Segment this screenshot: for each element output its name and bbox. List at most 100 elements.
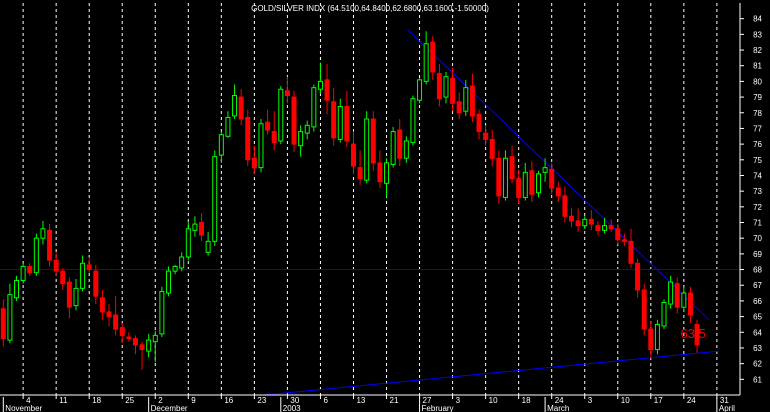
y-tick-label: 70 — [753, 234, 762, 243]
candlestick — [621, 233, 627, 247]
candle-body — [648, 328, 654, 351]
candlestick — [0, 299, 6, 347]
y-tick-label: 69 — [753, 250, 762, 259]
x-tick-label: 18 — [522, 396, 531, 405]
candlestick — [251, 145, 257, 174]
candlestick — [483, 125, 489, 146]
candlestick — [436, 64, 442, 107]
y-tick-label: 80 — [753, 77, 762, 86]
candle-body — [469, 85, 475, 117]
candlestick — [119, 322, 125, 344]
trendline-layer — [0, 29, 740, 396]
candle-body — [641, 289, 647, 330]
candlestick — [192, 216, 198, 237]
candle-body — [602, 225, 608, 231]
x-tick-label: 17 — [654, 396, 663, 405]
candle-body — [377, 162, 383, 183]
candlestick — [86, 257, 92, 273]
candle-body — [542, 167, 548, 173]
candle-body — [423, 43, 429, 82]
x-tick-label: 18 — [92, 396, 101, 405]
candlestick — [542, 158, 548, 182]
candle-body — [357, 167, 363, 180]
candlestick — [463, 79, 469, 116]
candle-body — [397, 129, 403, 159]
candle-body — [403, 140, 409, 159]
candle-body — [476, 113, 482, 133]
candlestick — [443, 71, 449, 104]
candle-body — [628, 240, 634, 264]
candle-body — [238, 96, 244, 120]
candle-body — [53, 259, 59, 272]
y-tick-label: 65 — [753, 313, 762, 322]
candlestick — [456, 92, 462, 120]
candlestick — [298, 125, 304, 157]
candlestick — [370, 111, 376, 171]
candle-body — [99, 297, 105, 313]
candle-body — [436, 73, 442, 100]
x-tick-label: 25 — [125, 396, 134, 405]
candlestick — [324, 64, 330, 115]
candlestick — [496, 150, 502, 204]
candle-body — [205, 240, 211, 253]
candlestick — [225, 111, 231, 138]
candle-body — [417, 79, 423, 101]
axis-layer: 6162636465666768697071727374757677787980… — [0, 3, 763, 412]
y-tick-label: 76 — [753, 140, 762, 149]
candle-body — [258, 123, 264, 169]
candlestick — [357, 150, 363, 185]
candlestick — [529, 161, 535, 203]
candle-body — [350, 143, 356, 167]
candlestick — [66, 277, 72, 319]
candle-body — [7, 294, 13, 341]
candlestick — [139, 341, 145, 370]
candlestick — [80, 255, 86, 292]
candlestick — [199, 213, 205, 242]
candle-body — [33, 237, 39, 274]
x-tick-label: 9 — [191, 396, 196, 405]
candlestick — [7, 283, 13, 344]
month-label: March — [547, 404, 569, 412]
candlestick — [291, 90, 297, 152]
candle-body — [192, 223, 198, 231]
x-tick-label: 11 — [59, 396, 68, 405]
candlestick — [350, 131, 356, 174]
candlestick — [53, 252, 59, 276]
candle-body — [615, 228, 621, 241]
candlestick — [126, 332, 132, 342]
x-tick-label: 16 — [224, 396, 233, 405]
candlestick — [417, 78, 423, 104]
candlestick — [635, 258, 641, 298]
x-tick-label: 6 — [323, 396, 328, 405]
candle-body — [509, 156, 515, 180]
candlestick — [502, 150, 508, 201]
candle-body — [410, 98, 416, 144]
x-tick-label: 10 — [621, 396, 630, 405]
candle-body — [668, 281, 674, 305]
y-tick-label: 63 — [753, 344, 762, 353]
candlestick — [648, 321, 654, 358]
candlestick — [185, 220, 191, 261]
candlestick — [33, 233, 39, 276]
x-tick-label: 23 — [257, 396, 266, 405]
candle-body — [86, 264, 92, 271]
y-tick-label: 71 — [753, 219, 762, 228]
candle-body — [199, 222, 205, 236]
candle-body — [324, 79, 330, 101]
candle-body — [185, 228, 191, 258]
candle-body — [245, 116, 251, 161]
candlestick — [73, 278, 79, 311]
candlestick — [271, 111, 277, 151]
candle-body — [575, 220, 581, 227]
candle-body — [60, 270, 66, 285]
candlestick — [27, 263, 33, 276]
candle-body — [595, 225, 601, 231]
candlestick — [377, 150, 383, 189]
candlestick — [469, 73, 475, 123]
candlestick — [681, 286, 687, 312]
candlestick — [40, 220, 46, 245]
candlestick — [516, 169, 522, 204]
candle-body — [20, 265, 26, 282]
candlestick — [238, 89, 244, 126]
month-label: November — [5, 404, 42, 412]
